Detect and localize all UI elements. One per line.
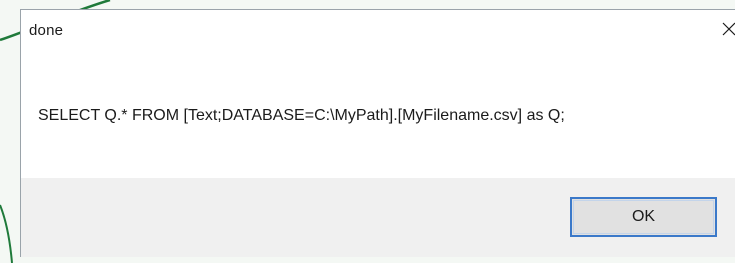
dialog-title: done <box>29 22 64 39</box>
dialog-message: SELECT Q.* FROM [Text;DATABASE=C:\MyPath… <box>38 107 565 124</box>
screenshot-stage: done SELECT Q.* FROM [Text;DATABASE=C:\M… <box>0 0 735 263</box>
dialog-button-bar: OK <box>21 178 735 257</box>
message-dialog: done SELECT Q.* FROM [Text;DATABASE=C:\M… <box>20 9 735 257</box>
dialog-titlebar[interactable]: done <box>21 10 735 52</box>
close-icon[interactable] <box>721 20 735 38</box>
ok-button[interactable]: OK <box>570 197 717 237</box>
